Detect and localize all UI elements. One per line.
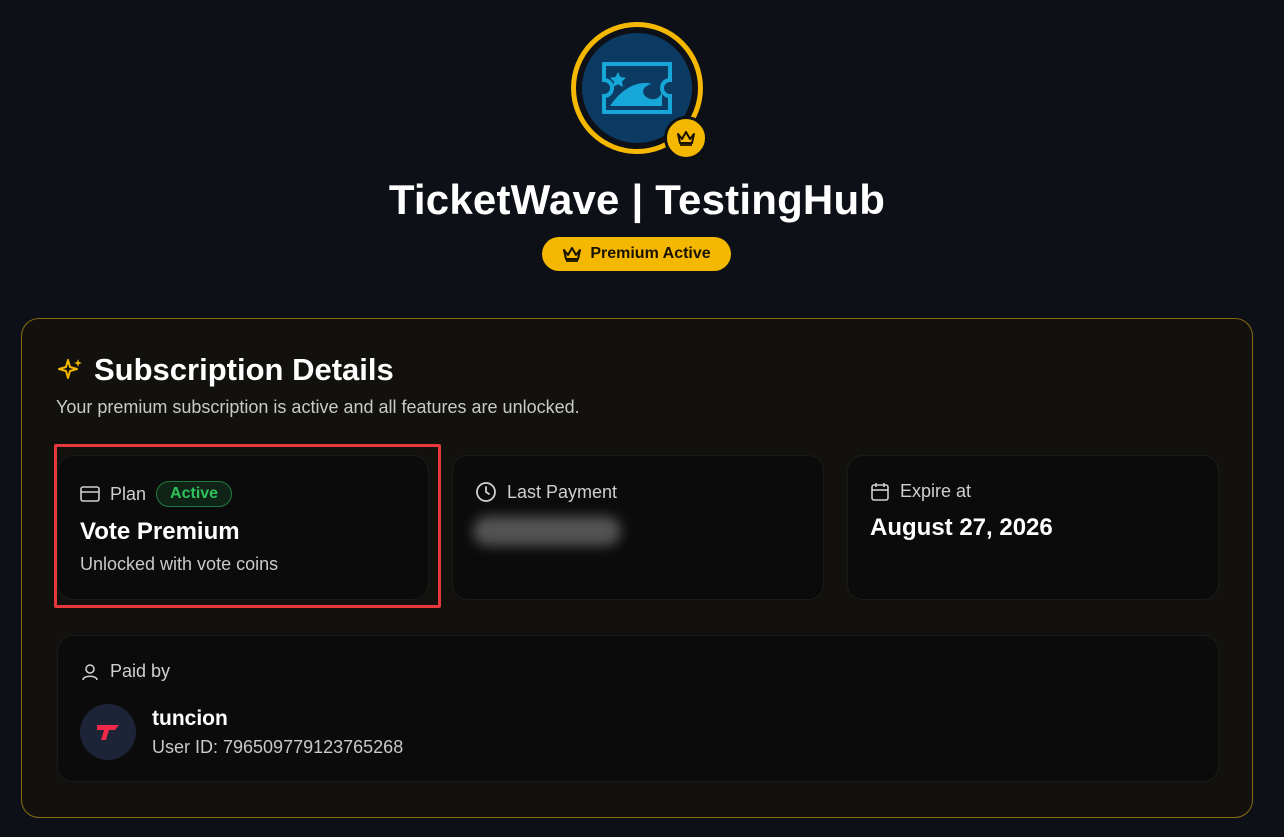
expire-label-row: Expire at: [870, 481, 971, 502]
paid-by-tile: Paid by tuncion User ID: 796509779123765…: [57, 635, 1219, 782]
crown-icon: [563, 247, 582, 262]
redacted-value: [473, 516, 621, 546]
last-payment-label-row: Last Payment: [475, 481, 617, 503]
payer-username: tuncion: [152, 706, 228, 730]
clock-icon: [476, 482, 496, 502]
paid-by-label: Paid by: [110, 661, 171, 681]
premium-status-badge: Premium Active: [542, 237, 731, 271]
user-icon: [82, 663, 98, 680]
sparkles-icon: [58, 359, 82, 379]
paid-by-label-row: Paid by: [80, 661, 170, 682]
avatar: [80, 704, 136, 760]
payer-info: tuncion User ID: 796509779123765268: [80, 704, 403, 760]
highlight-annotation: [54, 444, 441, 608]
last-payment-tile: Last Payment: [452, 455, 824, 600]
card-heading: Subscription Details: [56, 352, 394, 388]
last-payment-label: Last Payment: [507, 481, 618, 502]
expire-date: August 27, 2026: [870, 514, 1053, 541]
card-title: Subscription Details: [94, 352, 394, 387]
premium-badge-label: Premium Active: [590, 245, 711, 262]
crown-icon: [664, 116, 708, 160]
subscription-card: Subscription Details Your premium subscr…: [21, 318, 1253, 818]
calendar-icon: [871, 482, 889, 501]
card-subtitle: Your premium subscription is active and …: [56, 397, 580, 417]
server-avatar: [571, 22, 708, 160]
payer-user-id: User ID: 796509779123765268: [152, 736, 404, 757]
expire-tile: Expire at August 27, 2026: [847, 455, 1219, 600]
page: TicketWave | TestingHub Premium Active S…: [0, 0, 1284, 837]
payer-text: tuncion User ID: 796509779123765268: [152, 707, 403, 758]
expire-label: Expire at: [900, 481, 972, 501]
server-name: TicketWave | TestingHub: [388, 176, 886, 223]
